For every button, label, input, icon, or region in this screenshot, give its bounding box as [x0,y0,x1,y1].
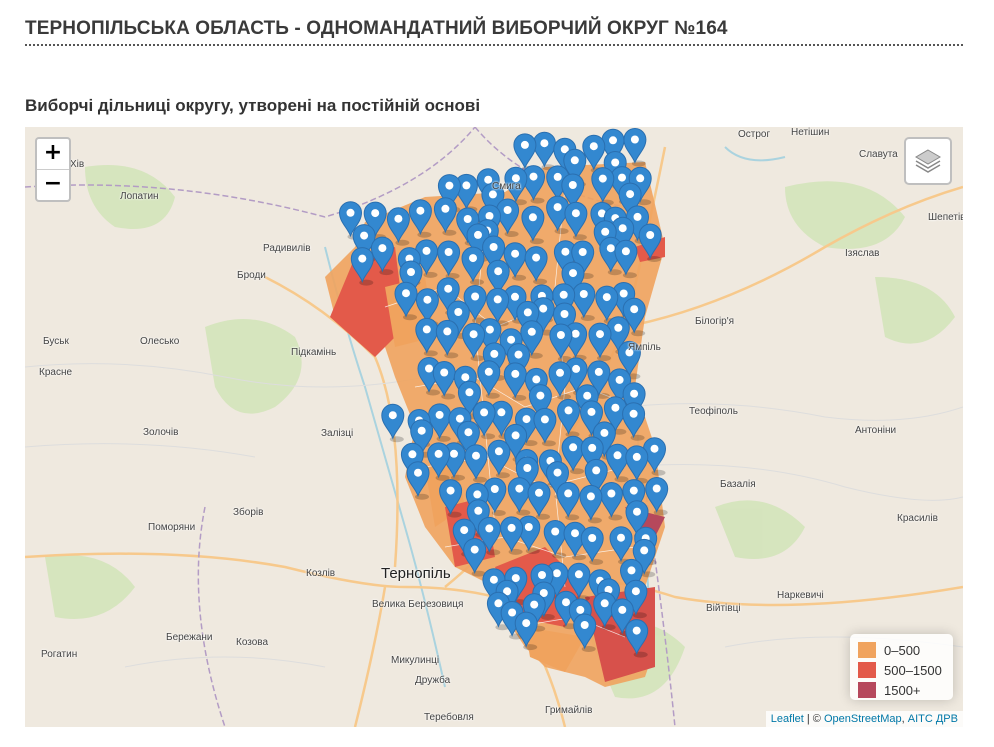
legend-label: 0–500 [884,642,921,658]
polling-station-marker[interactable] [381,403,405,443]
place-label-smyha: Смига [492,181,521,192]
map-legend: 0–500 500–1500 1500+ [850,634,953,700]
place-label-berezhany: Бережани [166,632,213,643]
place-label-vityvtsi: Війтівці [706,603,741,614]
page-title: ТЕРНОПІЛЬСЬКА ОБЛАСТЬ - ОДНОМАНДАТНИЙ ВИ… [25,18,728,39]
city-label-ternopil: Тернопіль [381,565,451,582]
place-label-netishyn: Нетішин [791,127,830,138]
place-label-lopatyn: Лопатин [120,191,159,202]
map-container[interactable]: Тернопіль Лопатин Радивилів Броди Буськ … [25,127,963,727]
place-label-busk: Буськ [43,336,69,347]
place-label-shepetivka: Шепетів [928,212,963,223]
place-label-antonyny: Антоніни [855,425,897,436]
place-label-yampil: Ямпіль [628,342,661,353]
place-label-ostroh: Острог [738,129,771,140]
place-label-bazaliia: Базалія [720,479,756,490]
place-label-mykulyntsi: Микулинці [391,655,440,666]
place-label-krasne: Красне [39,367,73,378]
legend-label: 500–1500 [884,662,942,678]
place-label-bilohiria: Білогір'я [695,316,735,327]
place-label-teofipol: Теофіполь [689,406,738,417]
zoom-control: + − [35,137,71,202]
layers-button[interactable] [904,137,952,185]
place-label-pomoriany: Поморяни [148,522,196,533]
legend-swatch [858,662,876,678]
place-label-khiv: Хів [70,159,85,170]
place-label-krasyliv: Красилів [897,513,938,524]
legend-swatch [858,642,876,658]
place-label-kozliv: Козлів [306,568,336,579]
legend-item: 0–500 [858,640,953,660]
polling-station-marker[interactable] [532,131,556,171]
place-label-druzhba: Дружба [415,675,451,686]
legend-item: 500–1500 [858,660,953,680]
place-label-zalistsi: Залізці [321,428,354,439]
place-label-iziaslav: Ізяслав [845,248,880,259]
osm-link[interactable]: OpenStreetMap [824,713,902,725]
place-label-narkevychi: Наркевичі [777,590,824,601]
place-label-brody: Броди [237,270,266,281]
place-label-slavuta: Славута [859,149,898,160]
zoom-in-button[interactable]: + [37,139,69,170]
place-label-hrymailiv: Гримайлів [545,705,593,716]
place-label-kozova: Козова [236,637,269,648]
place-label-olesko: Олесько [140,336,180,347]
drv-link[interactable]: АІТС ДРВ [908,713,958,725]
layers-icon [915,149,941,173]
place-label-pidkamin: Підкамінь [291,347,337,358]
map-subtitle: Виборчі дільниці округу, утворені на пос… [25,96,481,115]
zoom-out-button[interactable]: − [37,170,69,200]
polling-station-marker[interactable] [623,128,647,167]
place-label-terebovlia: Теребовля [424,712,474,723]
leaflet-link[interactable]: Leaflet [771,713,804,725]
legend-item: 1500+ [858,680,953,700]
legend-label: 1500+ [884,682,921,698]
place-label-radyviliv: Радивилів [263,243,311,254]
place-label-zboriv: Зборів [233,507,264,518]
legend-swatch [858,682,876,698]
place-label-velyka-berezovytsia: Велика Березовиця [372,599,464,610]
attribution-separator: | © [803,713,824,725]
place-label-rohatyn: Рогатин [41,649,78,660]
title-divider [25,44,963,46]
place-label-zolochiv: Золочів [143,427,179,438]
map-attribution: Leaflet | © OpenStreetMap, АІТС ДРВ [765,711,963,727]
